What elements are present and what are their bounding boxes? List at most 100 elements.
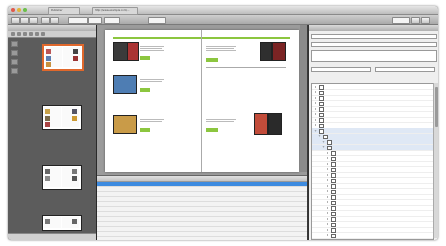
text-line: [140, 46, 164, 47]
structure-panel-header: [309, 25, 438, 31]
table-row[interactable]: [97, 232, 307, 237]
panel-tool-icon[interactable]: [23, 32, 27, 36]
price-box: [140, 128, 150, 132]
page-thumbnail[interactable]: [42, 105, 82, 130]
price-box: [206, 58, 218, 62]
collapsed-triangle-icon[interactable]: [327, 217, 328, 220]
page-select[interactable]: [68, 17, 88, 24]
tab-document[interactable]: http://www.example.com/...: [92, 7, 138, 15]
right-toolbar-select[interactable]: [392, 17, 410, 24]
collapsed-triangle-icon[interactable]: [327, 212, 328, 214]
expanded-triangle-icon[interactable]: [314, 130, 317, 131]
green-header-bar: [202, 37, 290, 39]
collapsed-triangle-icon[interactable]: [327, 234, 328, 236]
text-line: [206, 46, 236, 47]
product-image: [260, 42, 272, 61]
price-box: [140, 88, 150, 92]
collapsed-triangle-icon[interactable]: [327, 179, 328, 181]
collapsed-triangle-icon[interactable]: [327, 162, 328, 165]
text-line: [140, 48, 162, 49]
structure-panel: [308, 25, 438, 240]
panel-tool-icon[interactable]: [35, 32, 39, 36]
panel-tool-icon[interactable]: [41, 32, 45, 36]
collapsed-triangle-icon[interactable]: [315, 124, 316, 126]
side-tool-icon[interactable]: [11, 59, 18, 65]
collapsed-triangle-icon[interactable]: [327, 206, 328, 209]
zoom-select[interactable]: [104, 17, 120, 24]
product-image: [268, 113, 282, 135]
collapsed-triangle-icon[interactable]: [327, 228, 328, 231]
filter-select[interactable]: [148, 17, 166, 24]
page-spread[interactable]: [105, 30, 299, 172]
divider: [206, 67, 286, 68]
text-line: [206, 121, 234, 122]
collapsed-triangle-icon[interactable]: [327, 201, 328, 203]
text-line: [206, 119, 236, 120]
structure-filter[interactable]: [311, 42, 437, 47]
collapsed-triangle-icon[interactable]: [327, 168, 328, 170]
panel-tool-icon[interactable]: [29, 32, 33, 36]
help-button[interactable]: [421, 17, 430, 24]
expanded-triangle-icon[interactable]: [322, 146, 325, 148]
side-tool-icon[interactable]: [11, 68, 18, 74]
forward-button[interactable]: [20, 17, 29, 24]
side-tool-icon[interactable]: [11, 50, 18, 56]
back-button[interactable]: [11, 17, 20, 24]
collapsed-triangle-icon[interactable]: [315, 85, 316, 88]
collapsed-triangle-icon[interactable]: [315, 102, 316, 104]
collapsed-triangle-icon[interactable]: [315, 118, 316, 121]
text-line: [140, 50, 164, 51]
collapsed-triangle-icon[interactable]: [327, 157, 328, 159]
green-header-bar: [113, 37, 201, 39]
collapsed-triangle-icon[interactable]: [315, 107, 316, 110]
layout-button[interactable]: [50, 17, 59, 24]
collapsed-triangle-icon[interactable]: [327, 223, 328, 225]
text-line: [140, 81, 162, 82]
item-checkbox[interactable]: [331, 233, 336, 238]
panel-tool-icon[interactable]: [17, 32, 21, 36]
scrollbar-thumb[interactable]: [435, 87, 438, 127]
collapsed-triangle-icon[interactable]: [315, 91, 316, 93]
text-line: [140, 121, 162, 122]
expanded-triangle-icon[interactable]: [318, 135, 321, 137]
title-bar: Publisher http://www.example.com/...: [8, 6, 438, 15]
collapsed-triangle-icon[interactable]: [315, 96, 316, 99]
collapsed-triangle-icon[interactable]: [327, 195, 328, 198]
price-box: [206, 128, 218, 132]
right-page[interactable]: [202, 30, 298, 172]
collapsed-triangle-icon[interactable]: [327, 190, 328, 192]
structure-scrollbar[interactable]: [433, 83, 438, 238]
settings-button[interactable]: [411, 17, 420, 24]
collapsed-triangle-icon[interactable]: [327, 151, 328, 154]
text-line: [140, 119, 164, 120]
structure-search-box[interactable]: [311, 50, 437, 62]
structure-option-b[interactable]: [375, 67, 435, 72]
tree-item[interactable]: [312, 233, 433, 239]
zoom-window-button[interactable]: [23, 8, 27, 12]
expanded-triangle-icon[interactable]: [322, 141, 325, 142]
mode-select[interactable]: [88, 17, 102, 24]
minimize-window-button[interactable]: [17, 8, 21, 12]
structure-select[interactable]: [311, 34, 437, 39]
collapsed-triangle-icon[interactable]: [315, 113, 316, 115]
home-button[interactable]: [29, 17, 38, 24]
page-thumbnail[interactable]: [42, 44, 84, 71]
panel-tool-icon[interactable]: [11, 32, 15, 36]
pages-panel-toolbar: [8, 31, 96, 38]
main-toolbar: [8, 15, 438, 25]
tab-publisher[interactable]: Publisher: [48, 7, 80, 15]
close-window-button[interactable]: [11, 8, 15, 12]
collapsed-triangle-icon[interactable]: [327, 173, 328, 176]
left-page[interactable]: [105, 30, 201, 172]
document-scrollbar[interactable]: [300, 25, 307, 172]
collapsed-triangle-icon[interactable]: [327, 184, 328, 187]
structure-tree: [311, 83, 434, 240]
text-line: [206, 48, 234, 49]
product-image: [127, 42, 139, 61]
page-thumbnail[interactable]: [42, 165, 82, 190]
side-tool-icon[interactable]: [11, 41, 18, 47]
view-button[interactable]: [41, 17, 50, 24]
text-line: [140, 79, 164, 80]
structure-option-a[interactable]: [311, 67, 371, 72]
page-thumbnail[interactable]: [42, 215, 82, 231]
